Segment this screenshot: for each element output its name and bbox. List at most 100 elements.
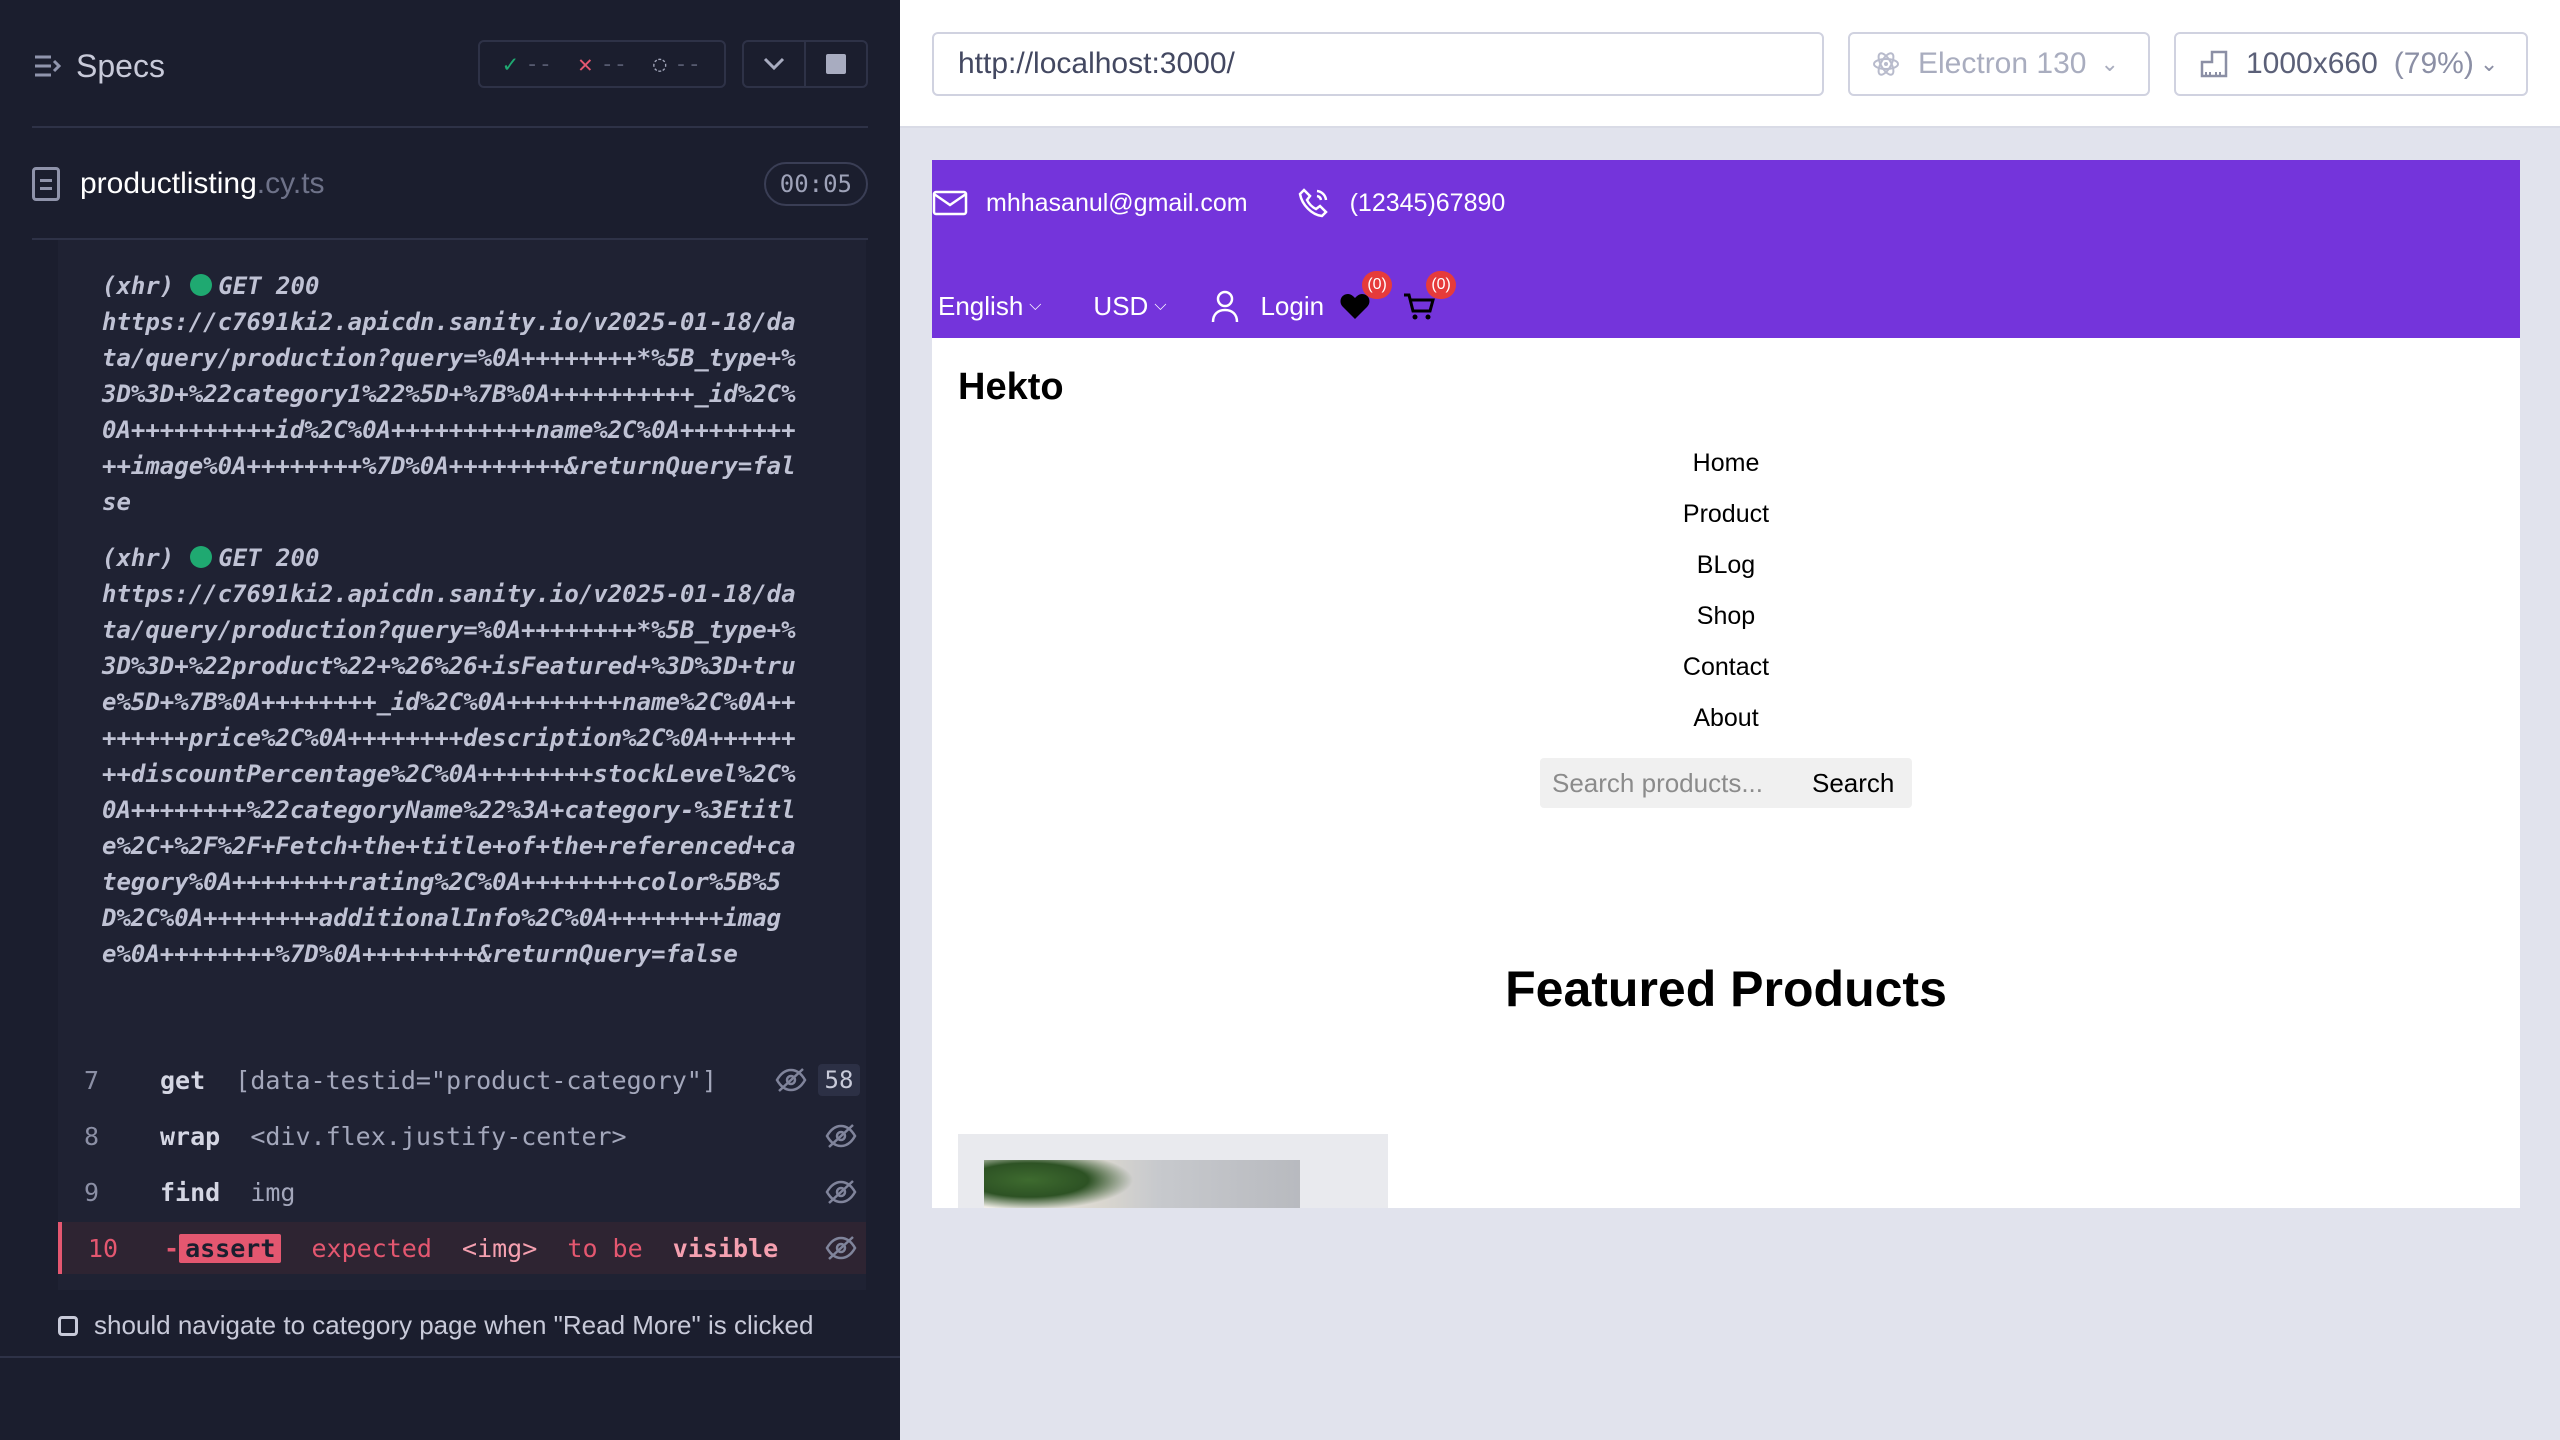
- xhr-status: GET 200: [218, 272, 320, 300]
- chevron-down-icon[interactable]: [744, 42, 804, 86]
- test-item[interactable]: should navigate to category page when "R…: [58, 1310, 813, 1341]
- hidden-eye-icon: [824, 1123, 858, 1149]
- site-logo[interactable]: Hekto: [958, 366, 1064, 409]
- aut-toolbar: http://localhost:3000/ Electron 130 ⌄ 10…: [900, 0, 2560, 128]
- document-icon: [32, 167, 60, 201]
- featured-heading: Featured Products: [1505, 961, 1947, 1017]
- test-stats: ✓ -- ✕ -- ◌ --: [478, 40, 726, 88]
- command-name: find img: [160, 1177, 296, 1207]
- reporter-panel: Specs ✓ -- ✕ -- ◌ -- productlisting .cy.ts 0…: [0, 0, 900, 1440]
- nav-link-contact[interactable]: Contact: [1683, 642, 1769, 693]
- runner-controls: [742, 40, 868, 88]
- divider: [32, 126, 868, 128]
- url-bar[interactable]: http://localhost:3000/: [932, 32, 1824, 96]
- top-header: mhhasanul@gmail.com (12345)67890 English…: [932, 160, 2520, 338]
- plant-image-detail: [984, 1160, 1134, 1208]
- xhr-log-entry[interactable]: (xhr) GET 200 https://c7691ki2.apicdn.san…: [102, 540, 802, 972]
- test-title: should navigate to category page when "R…: [94, 1310, 814, 1340]
- stop-icon: [826, 54, 846, 74]
- command-number: 10: [88, 1233, 119, 1263]
- ruler-icon: [2200, 50, 2228, 78]
- command-number: 8: [84, 1121, 100, 1151]
- command-row[interactable]: 8 wrap <div.flex.justify-center>: [58, 1110, 866, 1162]
- search-form: Search: [1540, 758, 1912, 808]
- chevron-down-icon: ⌵: [1029, 297, 1042, 314]
- command-name: get [data-testid="product-category"]: [160, 1065, 717, 1095]
- product-image[interactable]: [984, 1160, 1300, 1208]
- language-select[interactable]: English ⌵: [938, 291, 1041, 322]
- phone-text: (12345)67890: [1349, 188, 1506, 217]
- check-icon: ✓: [503, 50, 518, 78]
- spec-file-name: productlisting: [80, 167, 257, 200]
- xhr-url: https://c7691ki2.apicdn.sanity.io/v2025-…: [102, 580, 796, 968]
- viewport-selector[interactable]: 1000x660 (79%) ⌄: [2174, 32, 2528, 96]
- command-row[interactable]: 7 get [data-testid="product-category"] 5…: [58, 1054, 866, 1106]
- pending-circle-icon: ◌: [653, 51, 667, 77]
- pending-stat: ◌ --: [653, 51, 701, 77]
- specs-label: Specs: [76, 47, 165, 84]
- command-name: - assert expected <img> to be visible: [164, 1233, 779, 1263]
- wishlist-count-badge: (0): [1362, 271, 1393, 299]
- nav-link-shop[interactable]: Shop: [1697, 591, 1755, 642]
- cart-count-badge: (0): [1426, 271, 1457, 299]
- email-contact: mhhasanul@gmail.com: [932, 187, 1248, 219]
- element-count-badge: 58: [818, 1064, 860, 1096]
- command-number: 9: [84, 1177, 100, 1207]
- viewport-scale: (79%): [2393, 47, 2474, 80]
- spec-duration: 00:05: [763, 162, 868, 206]
- divider: [0, 1356, 900, 1358]
- hidden-eye-icon: [824, 1179, 858, 1205]
- mail-icon: [932, 190, 968, 216]
- stop-button[interactable]: [804, 42, 866, 86]
- command-name: wrap <div.flex.justify-center>: [160, 1121, 627, 1151]
- login-link[interactable]: Login: [1210, 289, 1324, 323]
- currency-select[interactable]: USD ⌵: [1093, 291, 1166, 322]
- app-viewport: mhhasanul@gmail.com (12345)67890 English…: [932, 160, 2520, 1208]
- viewport-size: 1000x660: [2246, 47, 2378, 80]
- hidden-eye-icon: [774, 1067, 808, 1093]
- header-actions: English ⌵ USD ⌵ Login (0) (0): [938, 271, 1457, 334]
- xhr-prefix: (xhr): [102, 272, 175, 300]
- passed-stat: ✓ --: [503, 50, 552, 78]
- test-status-icon: [58, 1315, 78, 1336]
- status-dot-icon: [190, 274, 213, 296]
- product-card[interactable]: [958, 1134, 1388, 1208]
- nav-link-blog[interactable]: BLog: [1697, 540, 1755, 591]
- phone-contact: (12345)67890: [1296, 187, 1506, 219]
- xhr-url: https://c7691ki2.apicdn.sanity.io/v2025-…: [102, 308, 796, 516]
- command-message: img: [250, 1177, 296, 1207]
- status-dot-icon: [190, 546, 213, 568]
- xhr-log-entry[interactable]: (xhr) GET 200 https://c7691ki2.apicdn.san…: [102, 268, 802, 520]
- cart-button[interactable]: (0): [1402, 271, 1457, 323]
- browser-selector[interactable]: Electron 130 ⌄: [1848, 32, 2150, 96]
- spec-file-header[interactable]: productlisting .cy.ts 00:05: [32, 156, 868, 212]
- phone-icon: [1298, 188, 1328, 218]
- command-message: <div.flex.justify-center>: [250, 1121, 627, 1151]
- main-nav: Home Product BLog Shop Contact About: [932, 438, 2520, 744]
- contact-info: mhhasanul@gmail.com (12345)67890: [932, 178, 1505, 228]
- nav-link-about[interactable]: About: [1693, 693, 1758, 744]
- chevron-down-icon: ⌄: [2100, 51, 2119, 76]
- user-icon: [1212, 290, 1239, 323]
- assert-tag: assert: [179, 1233, 282, 1263]
- search-input[interactable]: [1540, 761, 1812, 805]
- failed-stat: ✕ --: [578, 50, 628, 78]
- chevron-down-icon: ⌵: [1154, 297, 1167, 314]
- specs-list-icon[interactable]: [32, 51, 62, 81]
- command-row[interactable]: 9 find img: [58, 1166, 866, 1218]
- nav-link-product[interactable]: Product: [1683, 489, 1769, 540]
- search-button[interactable]: Search: [1812, 768, 1894, 799]
- failed-command-row[interactable]: 10 - assert expected <img> to be visible: [58, 1222, 866, 1274]
- hidden-eye-icon: [824, 1235, 858, 1261]
- aut-panel: http://localhost:3000/ Electron 130 ⌄ 10…: [900, 0, 2560, 1440]
- command-message: [data-testid="product-category"]: [235, 1065, 717, 1095]
- x-icon: ✕: [578, 50, 593, 78]
- electron-icon: [1873, 52, 1899, 76]
- xhr-prefix: (xhr): [102, 544, 175, 572]
- nav-link-home[interactable]: Home: [1693, 438, 1760, 489]
- wishlist-button[interactable]: (0): [1338, 271, 1393, 323]
- command-number: 7: [84, 1065, 100, 1095]
- email-text: mhhasanul@gmail.com: [986, 188, 1248, 217]
- chevron-down-icon: ⌄: [2479, 51, 2499, 76]
- browser-name: Electron 130: [1918, 47, 2087, 80]
